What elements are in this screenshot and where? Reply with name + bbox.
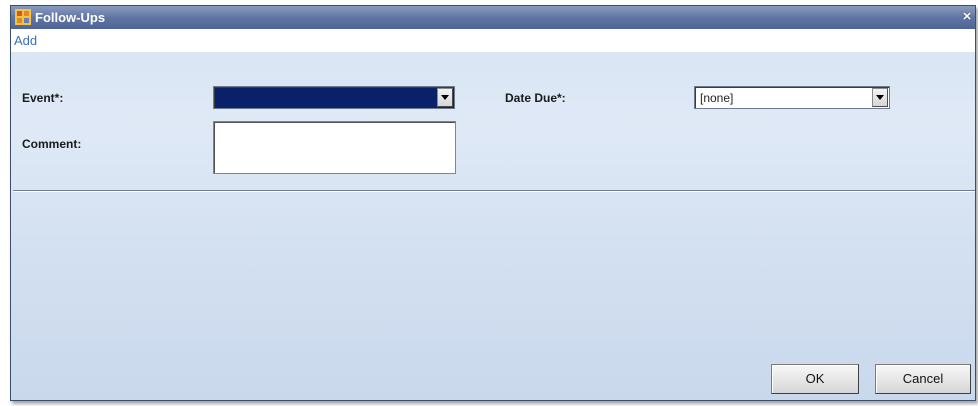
follow-ups-dialog: Follow-Ups × Add Event*: Date Due*: [non… bbox=[10, 5, 976, 401]
comment-field[interactable] bbox=[213, 121, 456, 174]
event-dropdown-button[interactable] bbox=[437, 88, 453, 107]
chevron-down-icon bbox=[876, 95, 884, 100]
comment-label: Comment: bbox=[22, 137, 82, 151]
close-icon[interactable]: × bbox=[960, 9, 974, 25]
cancel-button[interactable]: Cancel bbox=[875, 364, 971, 394]
ok-button[interactable]: OK bbox=[771, 364, 859, 394]
window-title: Follow-Ups bbox=[35, 10, 106, 25]
date-due-dropdown-button[interactable] bbox=[872, 88, 888, 107]
date-due-dropdown-value: [none] bbox=[700, 91, 734, 105]
title-bar[interactable]: Follow-Ups × bbox=[11, 6, 975, 29]
chevron-down-icon bbox=[441, 95, 449, 100]
menu-bar: Add bbox=[11, 30, 975, 52]
app-icon bbox=[15, 9, 31, 25]
event-dropdown[interactable] bbox=[213, 86, 455, 109]
divider bbox=[13, 190, 975, 191]
date-due-label: Date Due*: bbox=[505, 91, 566, 105]
menu-item-add[interactable]: Add bbox=[14, 33, 37, 48]
event-label: Event*: bbox=[22, 91, 64, 105]
date-due-dropdown[interactable]: [none] bbox=[694, 86, 890, 109]
